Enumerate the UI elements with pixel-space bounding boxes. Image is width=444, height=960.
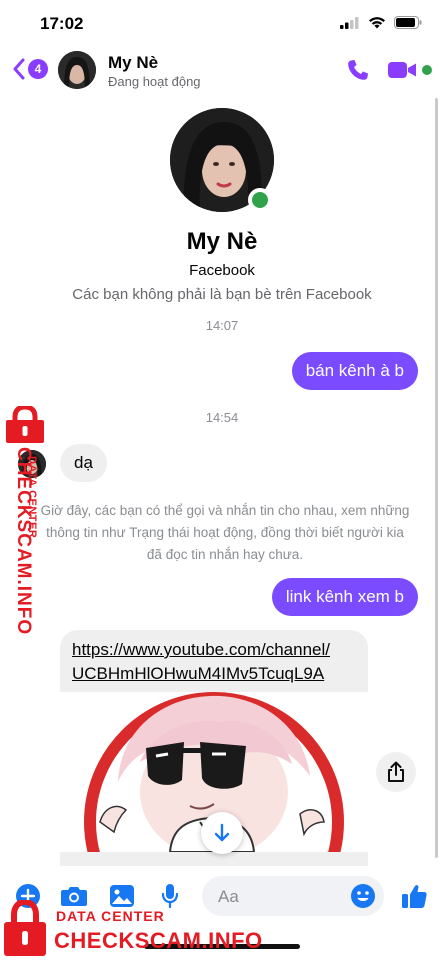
back-button[interactable]: 4	[12, 58, 48, 80]
timestamp: 14:07	[205, 318, 239, 333]
link-url-line1[interactable]: https://www.youtube.com/channel/	[72, 638, 356, 662]
like-button[interactable]	[400, 882, 428, 910]
arrow-down-icon	[214, 823, 230, 842]
chat-header: 4 My Nè Đang hoạt động	[0, 46, 444, 96]
message-input[interactable]: Aa	[202, 876, 384, 916]
incoming-message[interactable]: dạ	[60, 444, 107, 482]
contact-name[interactable]: My Nè	[108, 53, 158, 73]
share-icon	[388, 761, 404, 782]
battery-icon	[394, 16, 422, 29]
watermark-vertical-small: DATA CENTER	[26, 456, 38, 539]
link-message[interactable]: https://www.youtube.com/channel/ UCBHmHl…	[60, 630, 368, 692]
status-icons	[340, 16, 422, 29]
profile-platform: Facebook	[189, 262, 255, 279]
timestamp: 14:54	[205, 410, 239, 425]
system-note: Giờ đây, các bạn có thể gọi và nhắn tin …	[40, 503, 410, 562]
friendship-note: Các bạn không phải là bạn bè trên Facebo…	[72, 286, 372, 303]
status-bar: 17:02	[0, 0, 444, 46]
online-indicator	[422, 65, 432, 75]
profile-name: My Nè	[186, 228, 258, 255]
contact-avatar[interactable]	[58, 51, 96, 89]
status-time: 17:02	[40, 14, 84, 33]
camera-button[interactable]	[60, 882, 88, 910]
thumbs-up-icon	[402, 885, 427, 908]
link-preview-footer	[60, 852, 368, 866]
lock-watermark-icon	[6, 406, 44, 443]
header-actions	[346, 58, 432, 82]
share-button[interactable]	[376, 752, 416, 792]
profile-online-indicator	[248, 188, 272, 212]
chevron-left-icon	[13, 58, 25, 80]
gallery-button[interactable]	[108, 882, 136, 910]
watermark-bottom-title: DATA CENTER	[56, 908, 165, 924]
camera-icon	[61, 887, 87, 906]
link-url-line2[interactable]: UCBHmHlOHwuM4IMv5TcuqL9A	[72, 662, 356, 686]
scroll-to-bottom-button[interactable]	[201, 812, 243, 854]
scrollbar[interactable]	[435, 98, 438, 858]
outgoing-message[interactable]: bán kênh à b	[291, 352, 418, 390]
message-input-placeholder: Aa	[218, 887, 239, 906]
microphone-icon	[161, 884, 179, 909]
outgoing-message[interactable]: link kênh xem b	[271, 578, 418, 616]
active-status: Đang hoạt động	[108, 74, 201, 89]
wifi-icon	[369, 17, 385, 29]
watermark-bottom-main: CHECKSCAM.INFO	[54, 928, 263, 953]
video-call-icon[interactable]	[388, 59, 418, 81]
unread-badge: 4	[28, 59, 48, 79]
signal-icon	[340, 16, 359, 29]
phone-call-icon[interactable]	[346, 58, 370, 82]
image-icon	[110, 885, 134, 907]
emoji-icon[interactable]	[350, 883, 376, 909]
voice-button[interactable]	[156, 882, 184, 910]
lock-watermark-icon	[4, 900, 46, 956]
